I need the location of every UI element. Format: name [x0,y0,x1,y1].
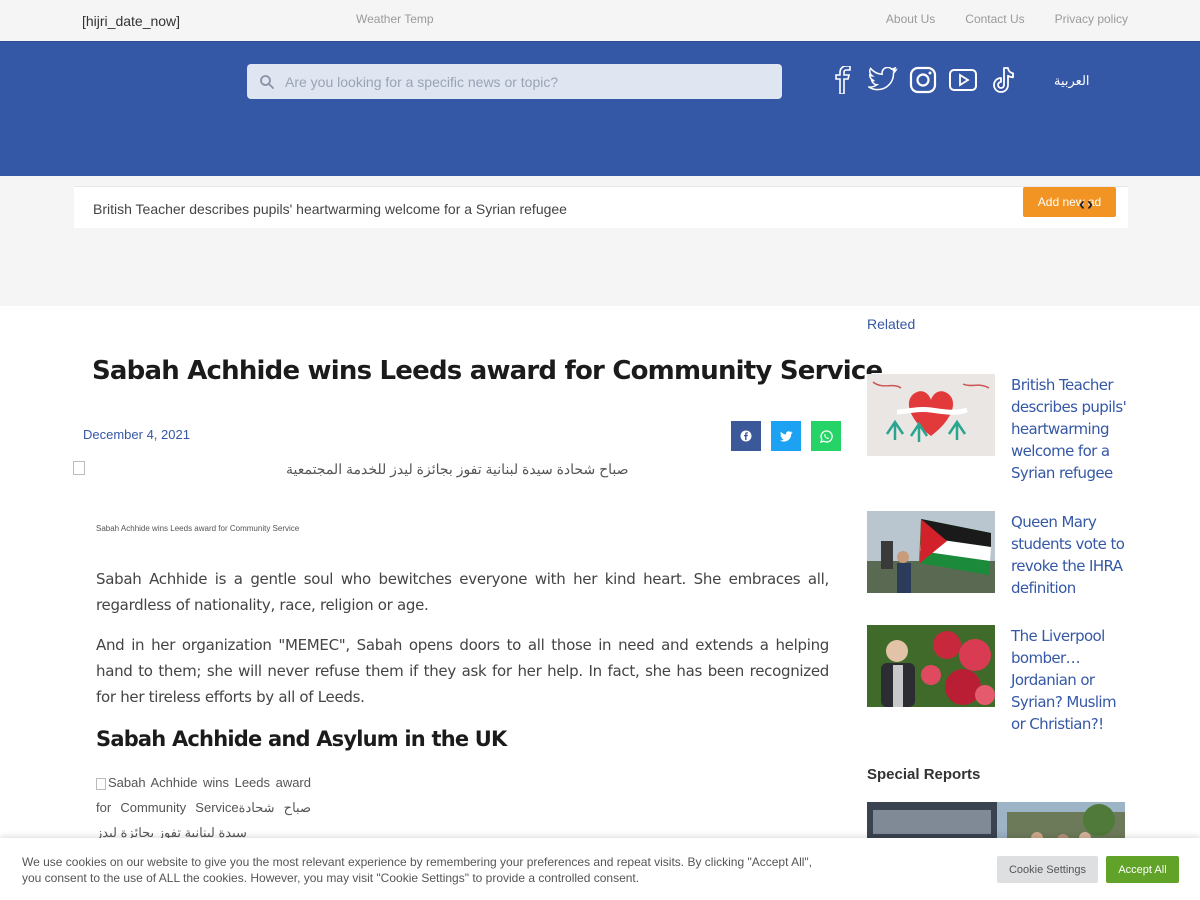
top-bar: [hijri_date_now] Weather Temp About Us C… [0,0,1200,41]
related-thumbnail[interactable] [867,511,995,593]
accept-all-button[interactable]: Accept All [1106,856,1179,883]
related-item[interactable]: Queen Mary students vote to revoke the I… [867,511,1127,599]
news-ticker: British Teacher describes pupils' heartw… [74,186,1128,228]
related-heading: Related [867,316,916,332]
add-new-ad-button[interactable]: Add new ad [1023,187,1116,217]
related-item[interactable]: British Teacher describes pupils' heartw… [867,374,1127,484]
facebook-icon [740,430,752,442]
instagram-icon[interactable] [908,65,938,95]
broken-image-icon [96,777,106,790]
twitter-share-button[interactable] [771,421,801,451]
article-title: Sabah Achhide wins Leeds award for Commu… [92,356,883,386]
weather-widget: Weather Temp [356,12,434,26]
whatsapp-icon [819,429,833,443]
article-paragraph: Sabah Achhide is a gentle soul who bewit… [96,570,829,614]
ticker-headline[interactable]: British Teacher describes pupils' heartw… [93,201,567,217]
inline-image-alt-text: Sabah Achhide wins Leeds award for Commu… [96,775,311,840]
twitter-icon[interactable] [868,65,898,95]
related-title[interactable]: Queen Mary students vote to revoke the I… [1011,511,1127,599]
facebook-share-button[interactable] [731,421,761,451]
featured-image-alt: صباح شحادة سيدة لبنانية تفوز بجائزة ليدز… [286,461,629,477]
privacy-policy-link[interactable]: Privacy policy [1055,12,1128,26]
special-reports-heading: Special Reports [867,766,981,783]
tiktok-icon[interactable] [988,65,1018,95]
facebook-icon[interactable] [828,65,858,95]
article-paragraph: And in her organization "MEMEC", Sabah o… [96,636,829,706]
search-box[interactable] [247,64,782,99]
cookie-banner: We use cookies on our website to give yo… [0,838,1200,900]
whatsapp-share-button[interactable] [811,421,841,451]
search-icon [260,74,274,89]
arabic-language-link[interactable]: العربية [1054,73,1090,89]
ticker-band: British Teacher describes pupils' heartw… [0,176,1200,306]
about-us-link[interactable]: About Us [886,12,935,26]
top-links: About Us Contact Us Privacy policy [886,12,1128,26]
contact-us-link[interactable]: Contact Us [965,12,1024,26]
social-links [828,65,1018,95]
header-band: العربية [0,41,1200,176]
inline-image-alt: Sabah Achhide wins Leeds award for Commu… [96,770,311,845]
related-title[interactable]: The Liverpool bomber… Jordanian or Syria… [1011,625,1127,735]
search-input[interactable] [285,73,765,90]
image-caption: Sabah Achhide wins Leeds award for Commu… [96,524,300,533]
share-buttons [731,421,841,451]
chevron-left-icon[interactable]: ‹ [1079,194,1087,214]
cookie-settings-button[interactable]: Cookie Settings [997,856,1098,883]
related-title[interactable]: British Teacher describes pupils' heartw… [1011,374,1127,484]
cookie-text: We use cookies on our website to give yo… [22,855,813,885]
chevron-right-icon[interactable]: › [1087,194,1095,214]
related-thumbnail[interactable] [867,625,995,707]
article-subheading: Sabah Achhide and Asylum in the UK [96,727,507,751]
main-content: Sabah Achhide wins Leeds award for Commu… [0,306,1200,900]
article-date[interactable]: December 4, 2021 [83,427,190,442]
related-thumbnail[interactable] [867,374,995,456]
related-item[interactable]: The Liverpool bomber… Jordanian or Syria… [867,625,1127,735]
twitter-icon [779,430,792,442]
youtube-icon[interactable] [948,65,978,95]
broken-image-icon [73,461,85,475]
hijri-date: [hijri_date_now] [82,13,181,29]
ticker-arrows[interactable]: ‹› [1079,194,1095,215]
